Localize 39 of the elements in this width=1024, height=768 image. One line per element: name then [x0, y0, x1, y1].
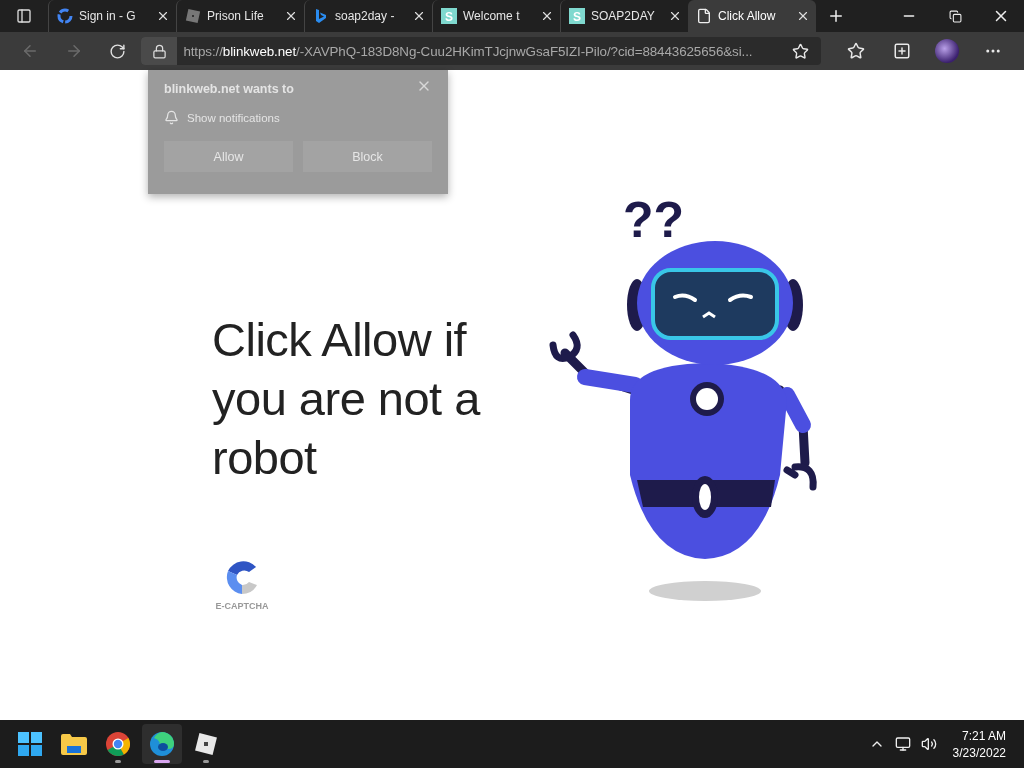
close-tab-icon[interactable] [668, 9, 682, 23]
tab-title: Prison Life [207, 9, 265, 23]
lock-icon[interactable] [141, 37, 178, 65]
permission-text: Show notifications [187, 111, 280, 124]
tab-title: Click Allow [718, 9, 777, 23]
restore-icon[interactable] [948, 9, 962, 23]
close-tab-icon[interactable] [796, 9, 810, 23]
b-logo-icon [313, 8, 329, 24]
letter-favicon-icon: S [569, 8, 585, 24]
tab-title: Welcome t [463, 9, 521, 23]
network-icon[interactable] [894, 736, 911, 752]
browser-tab[interactable]: Click Allow [688, 0, 816, 32]
page-icon [696, 8, 712, 24]
close-tab-icon[interactable] [412, 9, 426, 23]
letter-favicon-icon: S [441, 8, 457, 24]
tab-title: soap2day - [335, 9, 396, 23]
edge-icon[interactable] [150, 732, 174, 756]
chrome-icon[interactable] [106, 732, 130, 756]
captcha-label: E-CAPTCHA [215, 601, 269, 611]
headline: Click Allow if you are not a robot [212, 312, 482, 486]
volume-icon[interactable] [920, 736, 937, 752]
folder-icon[interactable] [61, 733, 87, 755]
address-bar[interactable]: https://blinkweb.net/-XAVPhQ-183D8Ng-Cuu2HKimTJcjnwGsaF5IZI-Pilo/?cid=88443625656&si... [141, 37, 821, 65]
google-icon [57, 8, 73, 24]
taskbar-app[interactable] [142, 724, 182, 764]
bell-icon [164, 110, 179, 125]
question-marks: ?? [623, 192, 685, 248]
popup-title: blinkweb.net wants to [164, 82, 294, 96]
new-tab-icon[interactable] [827, 7, 845, 25]
close-tab-icon[interactable] [540, 9, 554, 23]
tab-title: Sign in - G [79, 9, 137, 23]
close-tab-icon[interactable] [284, 9, 298, 23]
clock[interactable]: 7:21 AM 3/23/2022 [946, 728, 1014, 760]
tab-actions-icon[interactable] [16, 8, 32, 24]
url-text: https://blinkweb.net/-XAVPhQ-183D8Ng-Cuu2HKimTJcjnwGsaF5IZI-Pilo/?cid=88443625656&si... [182, 43, 754, 59]
windows-icon[interactable] [18, 732, 42, 756]
close-tab-icon[interactable] [156, 9, 170, 23]
tab-title: SOAP2DAY [591, 9, 656, 23]
refresh-icon[interactable] [109, 42, 126, 60]
